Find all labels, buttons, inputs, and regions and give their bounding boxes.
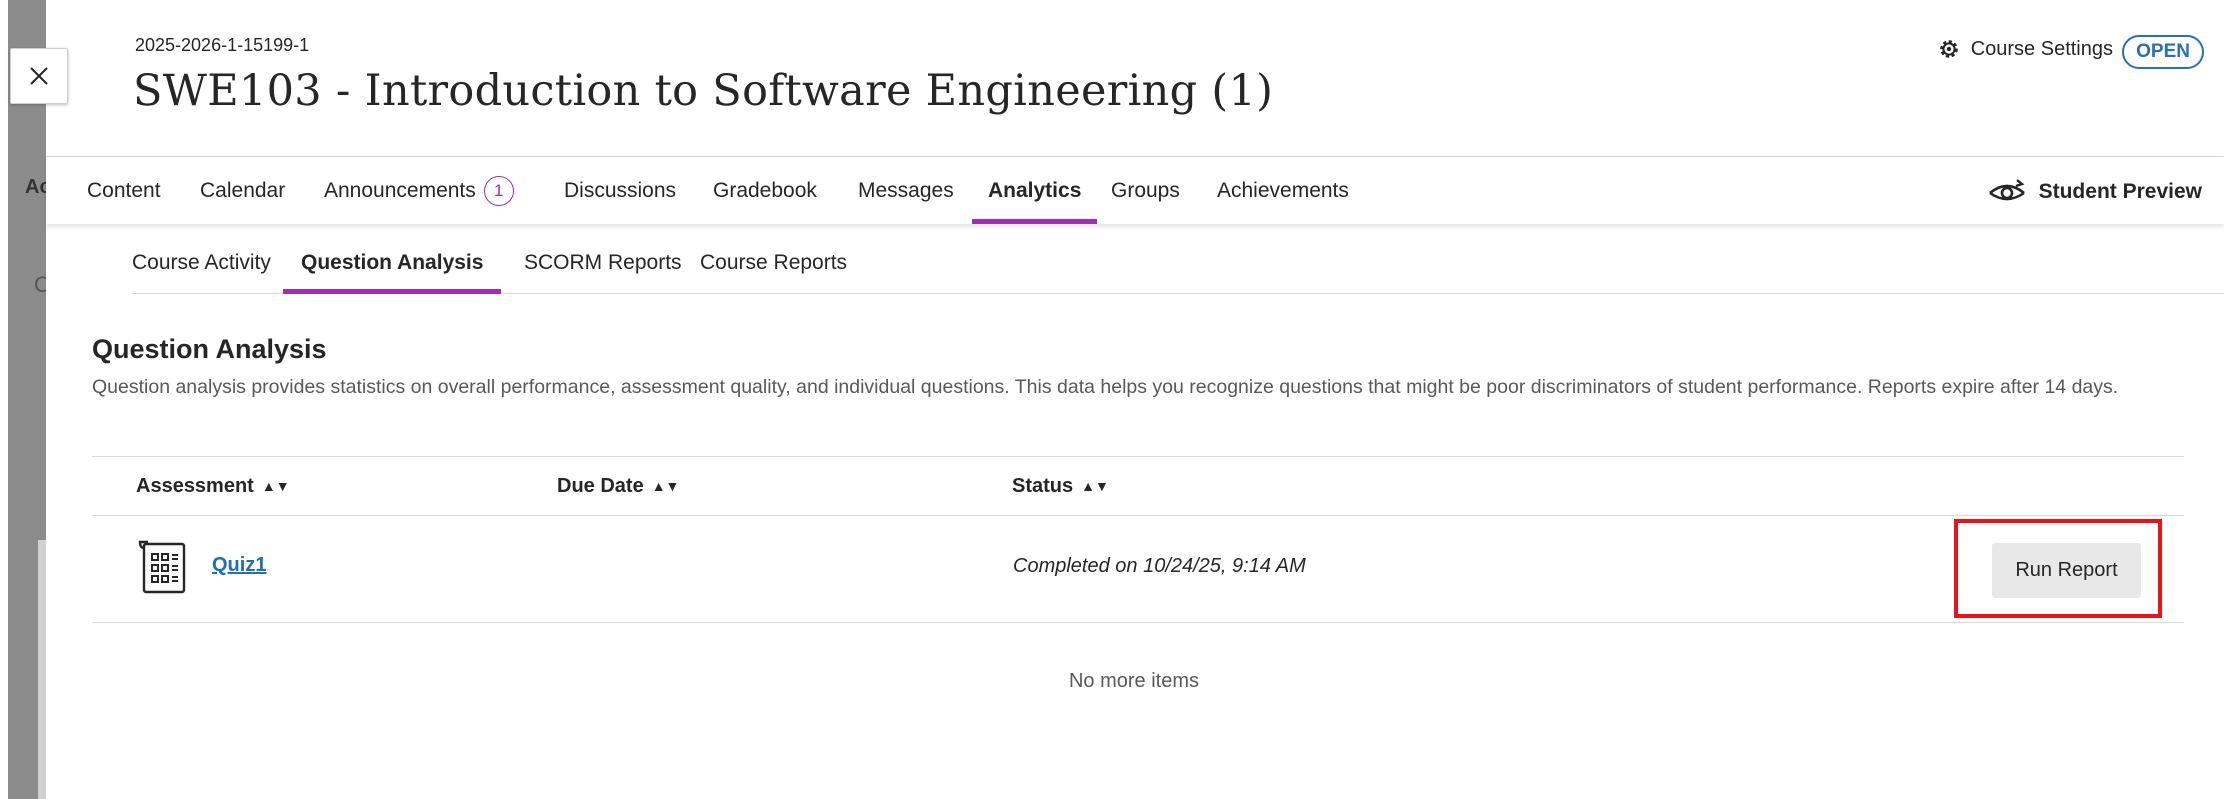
subtab-course-activity[interactable]: Course Activity [132, 232, 271, 294]
table-footer: No more items [46, 670, 2224, 693]
page: Ac C 2025-2026-1-15199-1 SWE103 - Introd… [0, 0, 2224, 799]
tab-label: Content [87, 178, 161, 202]
section-description: Question analysis provides statistics on… [92, 376, 2119, 398]
background-text-fragment: C [34, 272, 46, 297]
background-panel-edge [38, 540, 46, 799]
column-header-label: Status [1012, 474, 1074, 497]
sort-icon: ▲▼ [651, 478, 680, 494]
column-header-due-date[interactable]: Due Date ▲▼ [557, 457, 679, 515]
subtab-label: Course Reports [700, 251, 848, 274]
assessment-table: Assessment ▲▼ Due Date ▲▼ Status ▲▼ Quiz… [92, 456, 2184, 623]
assessment-link[interactable]: Quiz1 [212, 554, 266, 577]
column-header-label: Due Date [557, 474, 644, 497]
tab-analytics[interactable]: Analytics [971, 157, 1098, 224]
tab-label: Messages [858, 178, 954, 202]
close-panel-button[interactable] [10, 48, 68, 104]
tab-achievements[interactable]: Achievements [1217, 157, 1349, 224]
background-page: Ac C [0, 0, 46, 799]
student-preview-label: Student Preview [2038, 180, 2202, 203]
course-id: 2025-2026-1-15199-1 [135, 35, 310, 55]
announcements-count-badge: 1 [483, 175, 514, 206]
course-panel: 2025-2026-1-15199-1 SWE103 - Introductio… [46, 0, 2224, 799]
course-nav: Content Calendar Announcements 1 Discuss… [46, 157, 2224, 224]
tab-label: Announcements [324, 178, 476, 202]
column-header-assessment[interactable]: Assessment ▲▼ [136, 457, 290, 515]
course-settings-button[interactable]: Course Settings [1937, 37, 2113, 61]
highlight-box: Run Report [1954, 519, 2162, 618]
run-report-button[interactable]: Run Report [1992, 543, 2141, 598]
subtab-scorm-reports[interactable]: SCORM Reports [524, 232, 682, 294]
subtab-label: Question Analysis [301, 251, 484, 274]
tab-label: Achievements [1217, 178, 1349, 202]
subtab-question-analysis[interactable]: Question Analysis [282, 232, 502, 294]
tab-announcements[interactable]: Announcements 1 [324, 157, 514, 224]
table-header: Assessment ▲▼ Due Date ▲▼ Status ▲▼ [92, 456, 2184, 516]
tab-gradebook[interactable]: Gradebook [713, 157, 817, 224]
subtab-label: SCORM Reports [524, 251, 682, 274]
analytics-subnav: Course Activity Question Analysis SCORM … [132, 232, 2224, 294]
status-value: Completed on 10/24/25, 9:14 AM [1013, 555, 1306, 577]
student-preview-button[interactable]: Student Preview [1987, 157, 2202, 227]
column-header-status[interactable]: Status ▲▼ [1012, 457, 1109, 515]
gear-icon [1939, 40, 1958, 58]
tab-label: Gradebook [713, 178, 817, 202]
sort-icon: ▲▼ [261, 478, 290, 494]
tab-label: Analytics [988, 178, 1082, 202]
tab-calendar[interactable]: Calendar [200, 157, 285, 224]
subtab-label: Course Activity [132, 251, 271, 274]
tab-label: Discussions [564, 178, 677, 202]
course-settings-label: Course Settings [1970, 37, 2113, 60]
tab-groups[interactable]: Groups [1111, 157, 1180, 224]
sort-icon: ▲▼ [1081, 478, 1109, 494]
course-status-badge[interactable]: OPEN [2122, 35, 2204, 69]
tab-messages[interactable]: Messages [858, 157, 954, 224]
tab-discussions[interactable]: Discussions [564, 157, 676, 224]
no-more-items-text: No more items [1068, 670, 1200, 692]
tab-label: Calendar [200, 178, 286, 202]
background-text-fragment: Ac [25, 176, 46, 198]
tab-label: Groups [1111, 178, 1180, 202]
close-icon [30, 67, 48, 85]
assessment-icon [138, 540, 186, 594]
column-header-label: Assessment [136, 474, 254, 497]
table-row: Quiz1 Completed on 10/24/25, 9:14 AM Run… [92, 516, 2184, 623]
section-title: Question Analysis [92, 334, 327, 364]
subtab-course-reports[interactable]: Course Reports [700, 232, 847, 294]
eye-icon [1988, 179, 2025, 201]
course-title: SWE103 - Introduction to Software Engine… [133, 66, 1274, 116]
tab-content[interactable]: Content [87, 157, 161, 224]
